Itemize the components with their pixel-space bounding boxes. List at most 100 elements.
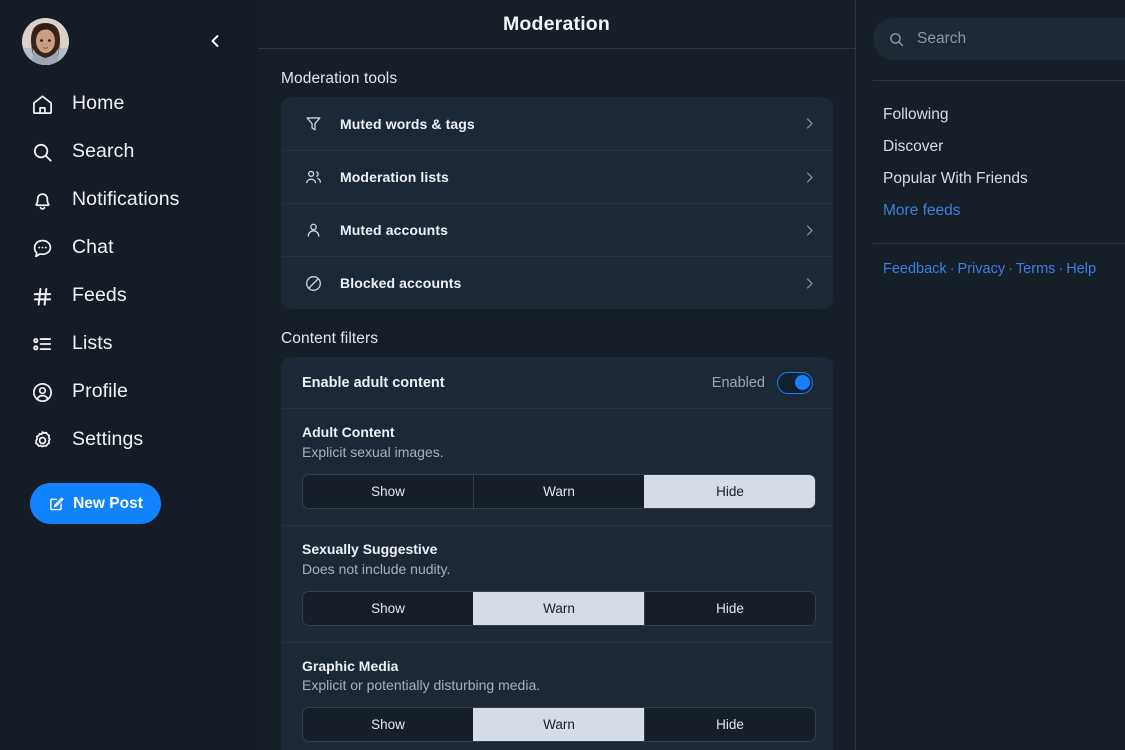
- sidebar-item-search[interactable]: Search: [0, 128, 258, 176]
- filter-block-graphic-media: Graphic Media Explicit or potentially di…: [281, 643, 833, 750]
- hashtag-icon: [30, 284, 54, 308]
- segment-hide[interactable]: Hide: [644, 591, 815, 625]
- enable-adult-content-state: Enabled: [711, 374, 765, 391]
- footer-separator: ·: [949, 261, 955, 277]
- filter-segmented-control: Show Warn Hide: [302, 707, 816, 743]
- people-icon: [302, 166, 324, 188]
- filter-segmented-control: Show Warn Hide: [302, 473, 816, 509]
- main-header: Moderation: [258, 0, 855, 49]
- tool-label: Muted accounts: [340, 222, 448, 238]
- sidebar-item-label: Search: [72, 140, 135, 163]
- chevron-right-icon: [799, 116, 819, 131]
- profile-circle-icon: [30, 380, 54, 404]
- chevron-left-icon: [211, 35, 219, 47]
- feed-item-discover[interactable]: Discover: [883, 131, 1125, 163]
- filter-title: Sexually Suggestive: [302, 540, 438, 557]
- filter-description: Explicit sexual images.: [302, 443, 444, 460]
- segment-warn[interactable]: Warn: [473, 591, 644, 625]
- chevron-right-icon: [799, 223, 819, 238]
- feed-item-popular-with-friends[interactable]: Popular With Friends: [883, 163, 1125, 195]
- filter-description: Explicit or potentially disturbing media…: [302, 677, 541, 694]
- moderation-tools-heading: Moderation tools: [281, 70, 398, 87]
- sidebar-item-label: Feeds: [72, 284, 127, 307]
- sidebar-item-label: Chat: [72, 236, 114, 259]
- search-icon: [30, 140, 54, 164]
- main-column: Moderation Moderation tools Muted words …: [258, 0, 856, 750]
- sidebar-item-label: Notifications: [72, 188, 180, 211]
- filter-block-sexually-suggestive: Sexually Suggestive Does not include nud…: [281, 526, 833, 643]
- tool-row-muted-accounts[interactable]: Muted accounts: [281, 203, 833, 256]
- block-circle-icon: [302, 272, 324, 294]
- segment-show[interactable]: Show: [303, 474, 473, 508]
- sidebar-item-settings[interactable]: Settings: [0, 416, 258, 464]
- enable-adult-content-row: Enable adult content Enabled: [281, 357, 833, 409]
- right-sidebar: Search Following Discover Popular With F…: [856, 0, 1125, 750]
- footer-link-terms[interactable]: Terms: [1016, 261, 1055, 277]
- chat-bubble-icon: [30, 236, 54, 260]
- sidebar-item-chat[interactable]: Chat: [0, 224, 258, 272]
- filter-title: Graphic Media: [302, 657, 399, 674]
- new-post-button[interactable]: New Post: [30, 483, 161, 524]
- filter-segmented-control: Show Warn Hide: [302, 590, 816, 626]
- feed-item-more-feeds[interactable]: More feeds: [883, 195, 1125, 227]
- enable-adult-content-toggle[interactable]: [777, 371, 813, 394]
- feed-item-following[interactable]: Following: [883, 99, 1125, 131]
- sidebar-nav: Home Search Notifications Chat Feeds Lis…: [0, 80, 258, 464]
- sidebar-item-home[interactable]: Home: [0, 80, 258, 128]
- footer-link-help[interactable]: Help: [1066, 261, 1096, 277]
- bell-icon: [30, 188, 54, 212]
- footer-link-privacy[interactable]: Privacy: [958, 261, 1006, 277]
- sidebar-item-feeds[interactable]: Feeds: [0, 272, 258, 320]
- search-icon: [888, 31, 905, 48]
- funnel-icon: [302, 113, 324, 135]
- segment-show[interactable]: Show: [303, 591, 473, 625]
- filter-title: Adult Content: [302, 424, 395, 440]
- content-filters-card: Enable adult content Enabled Adult Conte…: [281, 357, 833, 750]
- toggle-knob: [795, 374, 810, 390]
- search-wrap: Search: [856, 0, 1125, 60]
- left-sidebar: Home Search Notifications Chat Feeds Lis…: [0, 0, 258, 750]
- chevron-right-icon: [799, 170, 819, 185]
- app-root: Home Search Notifications Chat Feeds Lis…: [0, 0, 1125, 750]
- sidebar-item-notifications[interactable]: Notifications: [0, 176, 258, 224]
- sidebar-item-label: Lists: [72, 332, 113, 355]
- tool-row-blocked-accounts[interactable]: Blocked accounts: [281, 256, 833, 309]
- sidebar-item-label: Home: [72, 92, 125, 115]
- tool-row-muted-words[interactable]: Muted words & tags: [281, 97, 833, 150]
- segment-warn[interactable]: Warn: [473, 474, 644, 508]
- gear-icon: [30, 428, 54, 452]
- sidebar-item-lists[interactable]: Lists: [0, 320, 258, 368]
- content-filters-heading: Content filters: [281, 330, 379, 347]
- search-placeholder: Search: [917, 30, 967, 47]
- sidebar-item-label: Settings: [72, 428, 144, 451]
- segment-show[interactable]: Show: [303, 708, 473, 742]
- search-input[interactable]: Search: [873, 18, 1125, 60]
- tool-label: Moderation lists: [340, 169, 449, 185]
- person-icon: [302, 219, 324, 241]
- sidebar-collapse-button[interactable]: [198, 24, 232, 58]
- tool-label: Muted words & tags: [340, 115, 475, 132]
- home-icon: [30, 92, 54, 116]
- footer-links: Feedback · Privacy · Terms · Help: [856, 244, 1125, 277]
- list-icon: [30, 332, 54, 356]
- page-title: Moderation: [502, 12, 611, 35]
- avatar[interactable]: [22, 17, 69, 65]
- footer-separator: ·: [1058, 261, 1064, 277]
- footer-link-feedback[interactable]: Feedback: [883, 261, 947, 277]
- compose-icon: [48, 495, 65, 512]
- feed-list: Following Discover Popular With Friends …: [856, 81, 1125, 227]
- segment-hide[interactable]: Hide: [644, 708, 815, 742]
- new-post-label: New Post: [73, 494, 143, 512]
- tool-row-moderation-lists[interactable]: Moderation lists: [281, 150, 833, 203]
- filter-description: Does not include nudity.: [302, 560, 451, 577]
- enable-adult-content-label: Enable adult content: [302, 374, 445, 391]
- footer-separator: ·: [1008, 261, 1013, 277]
- segment-warn[interactable]: Warn: [473, 708, 644, 742]
- moderation-tools-card: Muted words & tags Moderation lists Mute…: [281, 97, 833, 309]
- sidebar-item-profile[interactable]: Profile: [0, 368, 258, 416]
- sidebar-header: [0, 0, 258, 66]
- chevron-right-icon: [799, 276, 819, 291]
- sidebar-item-label: Profile: [72, 380, 128, 403]
- segment-hide[interactable]: Hide: [644, 474, 815, 508]
- tool-label: Blocked accounts: [340, 275, 462, 291]
